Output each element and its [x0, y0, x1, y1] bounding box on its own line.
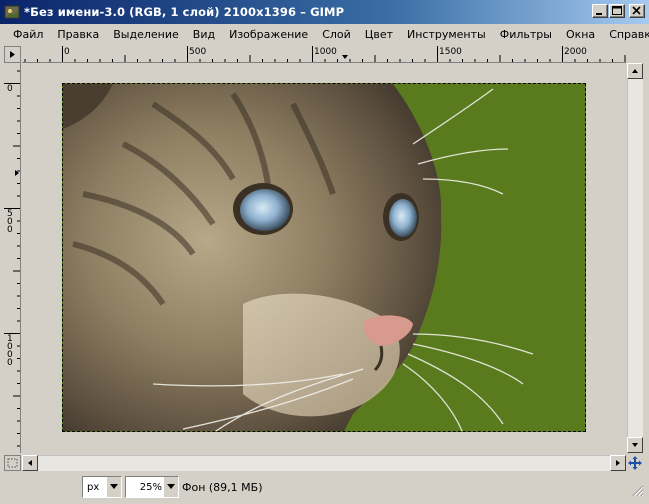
scroll-right-button[interactable] — [610, 455, 626, 471]
arrow-up-icon — [632, 69, 638, 73]
horizontal-scrollbar[interactable] — [22, 455, 626, 471]
hruler-label-1000: 1000 — [314, 47, 337, 57]
quick-mask-toggle[interactable] — [4, 455, 21, 471]
hruler-label-1500: 1500 — [439, 47, 462, 57]
menu-filters[interactable]: Фильтры — [493, 28, 559, 41]
minimize-button[interactable] — [592, 4, 608, 18]
menu-select[interactable]: Выделение — [106, 28, 186, 41]
menu-layer[interactable]: Слой — [315, 28, 358, 41]
arrow-left-icon — [28, 460, 32, 466]
cat-photo — [63, 84, 585, 431]
vruler-label-1000: 1000 — [7, 334, 13, 368]
zoom-select[interactable]: 25% — [125, 476, 179, 498]
scroll-left-button[interactable] — [22, 455, 38, 471]
image-menu-button[interactable] — [4, 46, 21, 63]
maximize-icon — [612, 6, 622, 15]
unit-value: px — [87, 481, 100, 493]
title-bar: *Без имени-3.0 (RGB, 1 слой) 2100x1396 –… — [0, 0, 649, 24]
vruler-label-0: 0 — [7, 84, 13, 94]
arrow-right-icon — [616, 460, 620, 466]
vertical-ruler[interactable]: 0 500 1000 — [4, 63, 21, 453]
navigate-icon — [628, 456, 642, 470]
quick-mask-icon — [7, 458, 18, 468]
image-canvas[interactable] — [62, 83, 586, 432]
chevron-down-icon — [167, 484, 175, 489]
arrow-down-icon — [632, 443, 638, 447]
resize-grip-icon[interactable] — [630, 483, 644, 497]
hruler-label-0: 0 — [64, 47, 70, 57]
horizontal-ruler[interactable]: 0 500 1000 1500 2000 — [22, 46, 626, 63]
navigate-button[interactable] — [627, 455, 643, 471]
gimp-icon — [4, 5, 20, 19]
menu-help[interactable]: Справка — [602, 28, 649, 41]
unit-dropdown-button[interactable] — [107, 477, 121, 497]
status-bar: px 25% Фон (89,1 МБ) — [0, 473, 649, 504]
pointer-marker-icon — [342, 55, 348, 59]
menu-tools[interactable]: Инструменты — [400, 28, 493, 41]
zoom-dropdown-button[interactable] — [164, 477, 178, 497]
zoom-value: 25% — [139, 481, 162, 493]
hruler-label-2000: 2000 — [564, 47, 587, 57]
window-title: *Без имени-3.0 (RGB, 1 слой) 2100x1396 –… — [24, 5, 345, 19]
scroll-up-button[interactable] — [627, 63, 643, 79]
menu-windows[interactable]: Окна — [559, 28, 602, 41]
vertical-ruler-ticks — [4, 70, 20, 447]
menu-view[interactable]: Вид — [186, 28, 222, 41]
vertical-scrollbar[interactable] — [627, 63, 643, 453]
chevron-down-icon — [110, 484, 118, 489]
menu-color[interactable]: Цвет — [358, 28, 400, 41]
vruler-label-500: 500 — [7, 209, 13, 235]
triangle-right-icon — [10, 51, 15, 58]
scroll-down-button[interactable] — [627, 437, 643, 453]
close-button[interactable] — [629, 4, 645, 18]
unit-select[interactable]: px — [82, 476, 122, 498]
menu-file[interactable]: Файл — [6, 28, 50, 41]
hruler-label-500: 500 — [189, 47, 207, 57]
menu-edit[interactable]: Правка — [50, 28, 106, 41]
menu-image[interactable]: Изображение — [222, 28, 315, 41]
close-icon — [632, 6, 641, 15]
menu-bar: Файл Правка Выделение Вид Изображение Сл… — [0, 24, 649, 44]
layer-info: Фон (89,1 МБ) — [182, 481, 263, 494]
maximize-button[interactable] — [609, 4, 625, 18]
minimize-icon — [596, 13, 602, 15]
canvas-area[interactable] — [22, 63, 626, 453]
